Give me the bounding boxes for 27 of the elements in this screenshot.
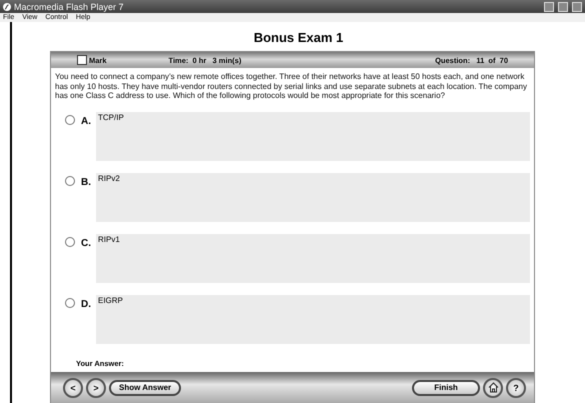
home-button[interactable] xyxy=(483,378,503,398)
finish-button[interactable]: Finish xyxy=(412,380,480,396)
question-text: You need to connect a company’s new remote offices together. Three of their networks have at least 50 hosts each, and one network has only 10 hosts. They have multi-vendor routers connected by serial links and use separate subnets at each location. The company has one Class C address to use. Which of the following protocols would be most appropriate for this scenario? xyxy=(55,72,528,101)
show-answer-button[interactable]: Show Answer xyxy=(109,380,182,396)
radio-button[interactable] xyxy=(65,236,75,247)
close-button[interactable] xyxy=(572,2,582,12)
option-letter: A. xyxy=(81,116,92,127)
minimize-button[interactable] xyxy=(544,2,554,12)
mark-checkbox[interactable] xyxy=(77,55,87,65)
help-button[interactable]: ? xyxy=(506,378,526,398)
window-title: Macromedia Flash Player 7 xyxy=(14,2,125,12)
next-button[interactable]: > xyxy=(86,378,106,398)
option-letter: B. xyxy=(81,176,92,188)
previous-button[interactable]: < xyxy=(63,378,83,398)
flash-logo-icon xyxy=(3,2,11,10)
exam-title: Bonus Exam 1 xyxy=(254,30,344,45)
radio-button[interactable] xyxy=(65,176,75,186)
radio-button[interactable] xyxy=(65,114,75,125)
answer-option[interactable]: RIPv1 xyxy=(96,234,530,283)
answer-option[interactable]: TCP/IP xyxy=(96,112,530,161)
radio-button[interactable] xyxy=(65,298,75,308)
option-letter: D. xyxy=(81,298,92,310)
answer-option[interactable]: EIGRP xyxy=(96,294,530,344)
maximize-button[interactable] xyxy=(558,2,568,12)
home-icon xyxy=(488,382,498,393)
answer-option[interactable]: RIPv2 xyxy=(96,172,530,222)
option-letter: C. xyxy=(81,238,92,249)
